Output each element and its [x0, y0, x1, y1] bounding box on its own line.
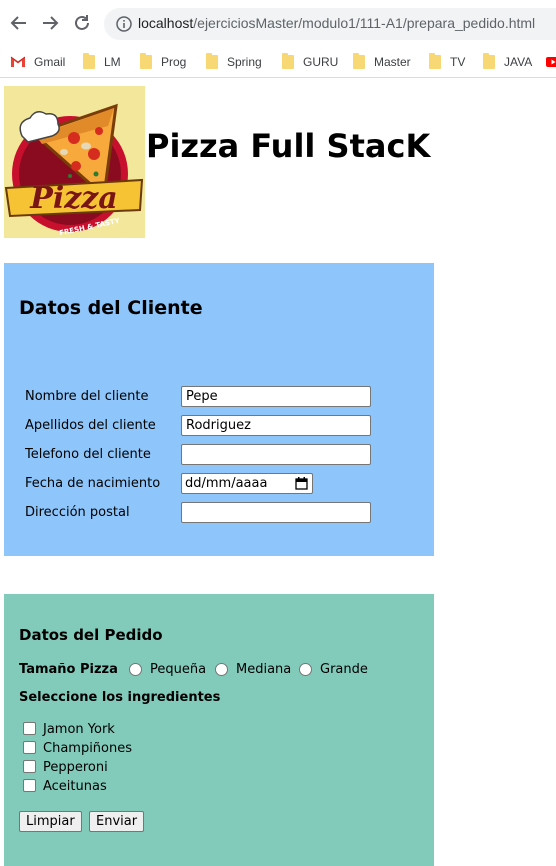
bookmark-label: Spring	[227, 55, 262, 69]
logo-brand-text: Pizza	[29, 181, 117, 216]
forward-button[interactable]	[39, 12, 61, 34]
reset-button[interactable]: Limpiar	[19, 811, 82, 832]
customer-name-label: Nombre del cliente	[25, 389, 149, 404]
bookmark-label: TV	[450, 55, 466, 69]
pizza-logo-icon: Pizza FRESH & TASTY	[4, 103, 144, 237]
bookmark-label: LM	[104, 55, 121, 69]
size-large-radio[interactable]	[299, 663, 312, 676]
ingredient-mushrooms-checkbox[interactable]	[23, 741, 36, 754]
size-small-radio[interactable]	[129, 663, 142, 676]
bookmark-java[interactable]: JAVA	[483, 52, 532, 72]
bookmark-prog[interactable]: Prog	[140, 52, 186, 72]
postal-address-input[interactable]	[181, 502, 371, 523]
youtube-icon	[546, 57, 556, 67]
ingredient-mushrooms-label: Champiñones	[43, 741, 133, 756]
bookmark-master[interactable]: Master	[353, 52, 411, 72]
back-button[interactable]	[8, 12, 30, 34]
bookmark-spring[interactable]: Spring	[206, 52, 262, 72]
customer-surname-label: Apellidos del cliente	[25, 418, 156, 433]
ingredient-olives-label: Aceitunas	[43, 779, 107, 794]
bookmark-label: Gmail	[34, 55, 66, 69]
bookmark-youtube[interactable]	[546, 52, 556, 72]
reload-icon	[75, 15, 89, 30]
order-section-title: Datos del Pedido	[19, 626, 163, 644]
date-placeholder: dd/mm/aaaa	[185, 476, 268, 491]
bookmark-label: Prog	[161, 55, 187, 69]
folder-icon	[353, 53, 365, 69]
calendar-icon[interactable]	[295, 477, 308, 490]
reload-button[interactable]	[71, 12, 93, 34]
size-large-label: Grande	[320, 662, 368, 677]
gmail-icon	[10, 56, 26, 67]
bookmark-label: GURU	[303, 55, 339, 69]
customer-section-title: Datos del Cliente	[19, 297, 203, 319]
url-host: localhost	[138, 15, 194, 31]
customer-name-input[interactable]	[181, 386, 371, 407]
birth-date-label: Fecha de nacimiento	[25, 476, 161, 491]
bookmark-tv[interactable]: TV	[429, 52, 465, 72]
bookmark-guru[interactable]: GURU	[282, 52, 338, 72]
ingredients-title: Seleccione los ingredientes	[19, 690, 221, 705]
postal-address-label: Dirección postal	[25, 505, 130, 520]
page-title: Pizza Full StacK	[146, 127, 431, 165]
birth-date-input[interactable]: dd/mm/aaaa	[181, 473, 313, 494]
forward-arrow-icon	[43, 16, 59, 30]
customer-phone-input[interactable]	[181, 444, 371, 465]
bookmark-lm[interactable]: LM	[83, 52, 121, 72]
folder-icon	[206, 53, 218, 69]
submit-button[interactable]: Enviar	[89, 811, 145, 832]
url-text: localhost/ejerciciosMaster/modulo1/111-A…	[138, 15, 535, 31]
ingredient-pepperoni-checkbox[interactable]	[23, 760, 36, 773]
ingredient-olives-checkbox[interactable]	[23, 779, 36, 792]
bookmarks-bar: Gmail LM Prog Spring GURU Master TV JAVA	[0, 48, 556, 78]
size-medium-label: Mediana	[236, 662, 292, 677]
size-medium-radio[interactable]	[215, 663, 228, 676]
customer-phone-label: Telefono del cliente	[25, 447, 151, 462]
ingredient-ham-label: Jamon York	[43, 722, 115, 737]
folder-icon	[429, 53, 441, 69]
pizza-logo: Pizza FRESH & TASTY	[4, 86, 145, 238]
address-bar[interactable]: localhost/ejerciciosMaster/modulo1/111-A…	[104, 8, 556, 40]
bookmark-label: JAVA	[504, 55, 533, 69]
size-small-label: Pequeña	[150, 662, 207, 677]
bookmark-label: Master	[374, 55, 411, 69]
url-path: /ejerciciosMaster/modulo1/111-A1/prepara…	[193, 15, 536, 31]
folder-icon	[282, 53, 294, 69]
folder-icon	[483, 53, 495, 69]
folder-icon	[140, 53, 152, 69]
bookmark-gmail[interactable]: Gmail	[10, 52, 65, 72]
customer-surname-input[interactable]	[181, 415, 371, 436]
browser-toolbar: localhost/ejerciciosMaster/modulo1/111-A…	[0, 0, 556, 48]
ingredient-pepperoni-label: Pepperoni	[43, 760, 108, 775]
back-arrow-icon	[10, 16, 26, 30]
ingredient-ham-checkbox[interactable]	[23, 722, 36, 735]
pizza-size-label: Tamaño Pizza	[19, 662, 118, 677]
site-info-icon[interactable]	[116, 16, 132, 36]
folder-icon	[83, 53, 95, 69]
